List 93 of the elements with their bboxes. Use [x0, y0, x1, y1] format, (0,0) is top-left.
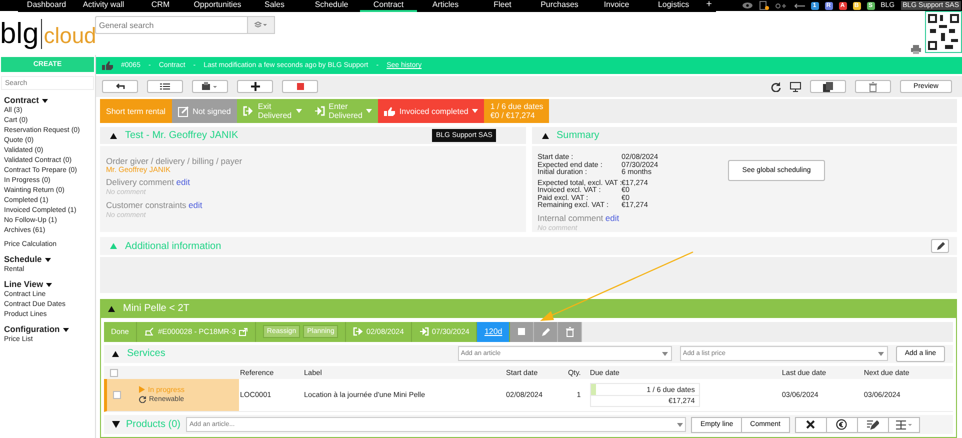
add-tab[interactable]: +	[702, 0, 716, 12]
pencil-icon	[540, 326, 551, 337]
add-button[interactable]	[237, 80, 273, 93]
euro-icon	[836, 419, 847, 430]
nav-tab[interactable]: CRM	[132, 0, 189, 12]
checkbox[interactable]	[113, 390, 121, 399]
nav-tab[interactable]: Sales	[246, 0, 303, 12]
close-icon	[806, 420, 815, 430]
nav-tab[interactable]: Fleet	[474, 0, 531, 12]
nav-tab[interactable]: Invoice	[588, 0, 645, 12]
nodes-icon[interactable]	[774, 2, 787, 10]
thumbs-up-icon	[384, 106, 396, 116]
nav-tab[interactable]: Contract	[360, 0, 417, 12]
nav-tab[interactable]: Opportunities	[189, 0, 246, 12]
section-title[interactable]: Line View	[4, 279, 44, 290]
edit-lines-button[interactable]	[856, 416, 888, 433]
back-icon	[115, 83, 125, 90]
trash-icon	[566, 326, 574, 337]
section-title: Products (0)	[126, 419, 180, 430]
document-icon[interactable]	[758, 1, 769, 10]
logo-text: cloud	[42, 23, 96, 49]
stop-icon	[296, 83, 304, 90]
collapse-icon[interactable]	[542, 132, 548, 138]
signature-icon	[178, 106, 189, 116]
pencil-icon	[936, 242, 944, 250]
layers-icon	[254, 21, 268, 29]
copy-button[interactable]	[810, 80, 846, 93]
section-title: Additional information	[125, 240, 222, 252]
nav-tab[interactable]: Purchases	[531, 0, 588, 12]
printer-icon	[202, 82, 218, 91]
card-title: Test - Mr. Geoffrey JANIK	[125, 130, 238, 141]
edit-button[interactable]	[931, 239, 949, 253]
print-menu-button[interactable]	[192, 80, 228, 93]
arrow-left-icon[interactable]	[792, 2, 805, 8]
collapse-icon[interactable]	[112, 350, 119, 357]
printer-icon[interactable]	[911, 45, 921, 54]
exit-icon	[353, 327, 364, 336]
nav-tab[interactable]: Dashboard	[18, 0, 75, 12]
logo-text: blg	[0, 19, 42, 49]
stop-button[interactable]	[510, 322, 534, 342]
thumbs-up-icon	[102, 61, 113, 70]
edit-link[interactable]: edit	[605, 212, 620, 222]
monitor-icon[interactable]	[790, 82, 801, 92]
layout-menu-button[interactable]	[888, 416, 920, 433]
caret-icon[interactable]	[46, 282, 52, 286]
section-title: Services	[127, 348, 166, 360]
eye-icon[interactable]	[742, 2, 753, 9]
section-title[interactable]: Configuration	[4, 324, 60, 335]
refresh-icon[interactable]	[771, 82, 781, 92]
close-button[interactable]	[794, 416, 826, 433]
plus-icon	[250, 82, 260, 91]
collapse-icon[interactable]	[110, 132, 117, 138]
nav-tab[interactable]: Activity wall	[75, 0, 132, 12]
checkbox[interactable]	[110, 368, 118, 377]
refresh-icon	[139, 396, 146, 404]
caret-icon[interactable]	[62, 328, 69, 332]
section-title[interactable]: Contract	[4, 95, 39, 106]
expand-icon[interactable]	[112, 421, 120, 428]
list-button[interactable]	[147, 80, 183, 93]
stop-icon	[518, 328, 526, 336]
layout-icon	[894, 420, 912, 430]
nav-tab[interactable]: Schedule	[303, 0, 360, 12]
back-button[interactable]	[102, 80, 138, 93]
line-title: Mini Pelle < 2T	[123, 303, 190, 314]
comment-label: Delivery comment	[106, 177, 174, 187]
list-icon	[160, 83, 170, 90]
delete-button[interactable]	[558, 322, 582, 342]
enter-icon	[418, 327, 429, 336]
delete-button[interactable]	[855, 80, 891, 93]
nav-tab[interactable]: Logistics	[645, 0, 702, 12]
stop-button[interactable]	[282, 80, 318, 93]
edit-link[interactable]: edit	[188, 200, 202, 210]
copy-icon	[822, 82, 834, 92]
comment-label: Customer constraints	[106, 200, 186, 210]
edit-link[interactable]: edit	[176, 177, 190, 187]
comment-label: Internal comment	[538, 212, 604, 222]
section-title[interactable]: Schedule	[4, 254, 42, 265]
exit-icon	[242, 106, 254, 116]
nav-tab[interactable]: Articles	[417, 0, 474, 12]
enter-icon	[314, 106, 325, 116]
card-title: Summary	[556, 130, 600, 141]
pencil-icon	[866, 420, 878, 430]
collapse-icon[interactable]	[108, 306, 115, 312]
euro-button[interactable]	[826, 416, 858, 433]
roles-label: Order giver / delivery / billing / payer	[106, 156, 244, 166]
status-step[interactable]: Invoiced completed	[378, 99, 484, 123]
external-link-icon	[238, 328, 248, 336]
caret-icon[interactable]	[44, 258, 51, 262]
search-field[interactable]: General search	[95, 16, 247, 34]
layers-dropdown[interactable]	[247, 16, 275, 34]
trash-icon	[869, 82, 877, 92]
caret-icon[interactable]	[42, 98, 48, 102]
play-icon	[139, 386, 145, 394]
